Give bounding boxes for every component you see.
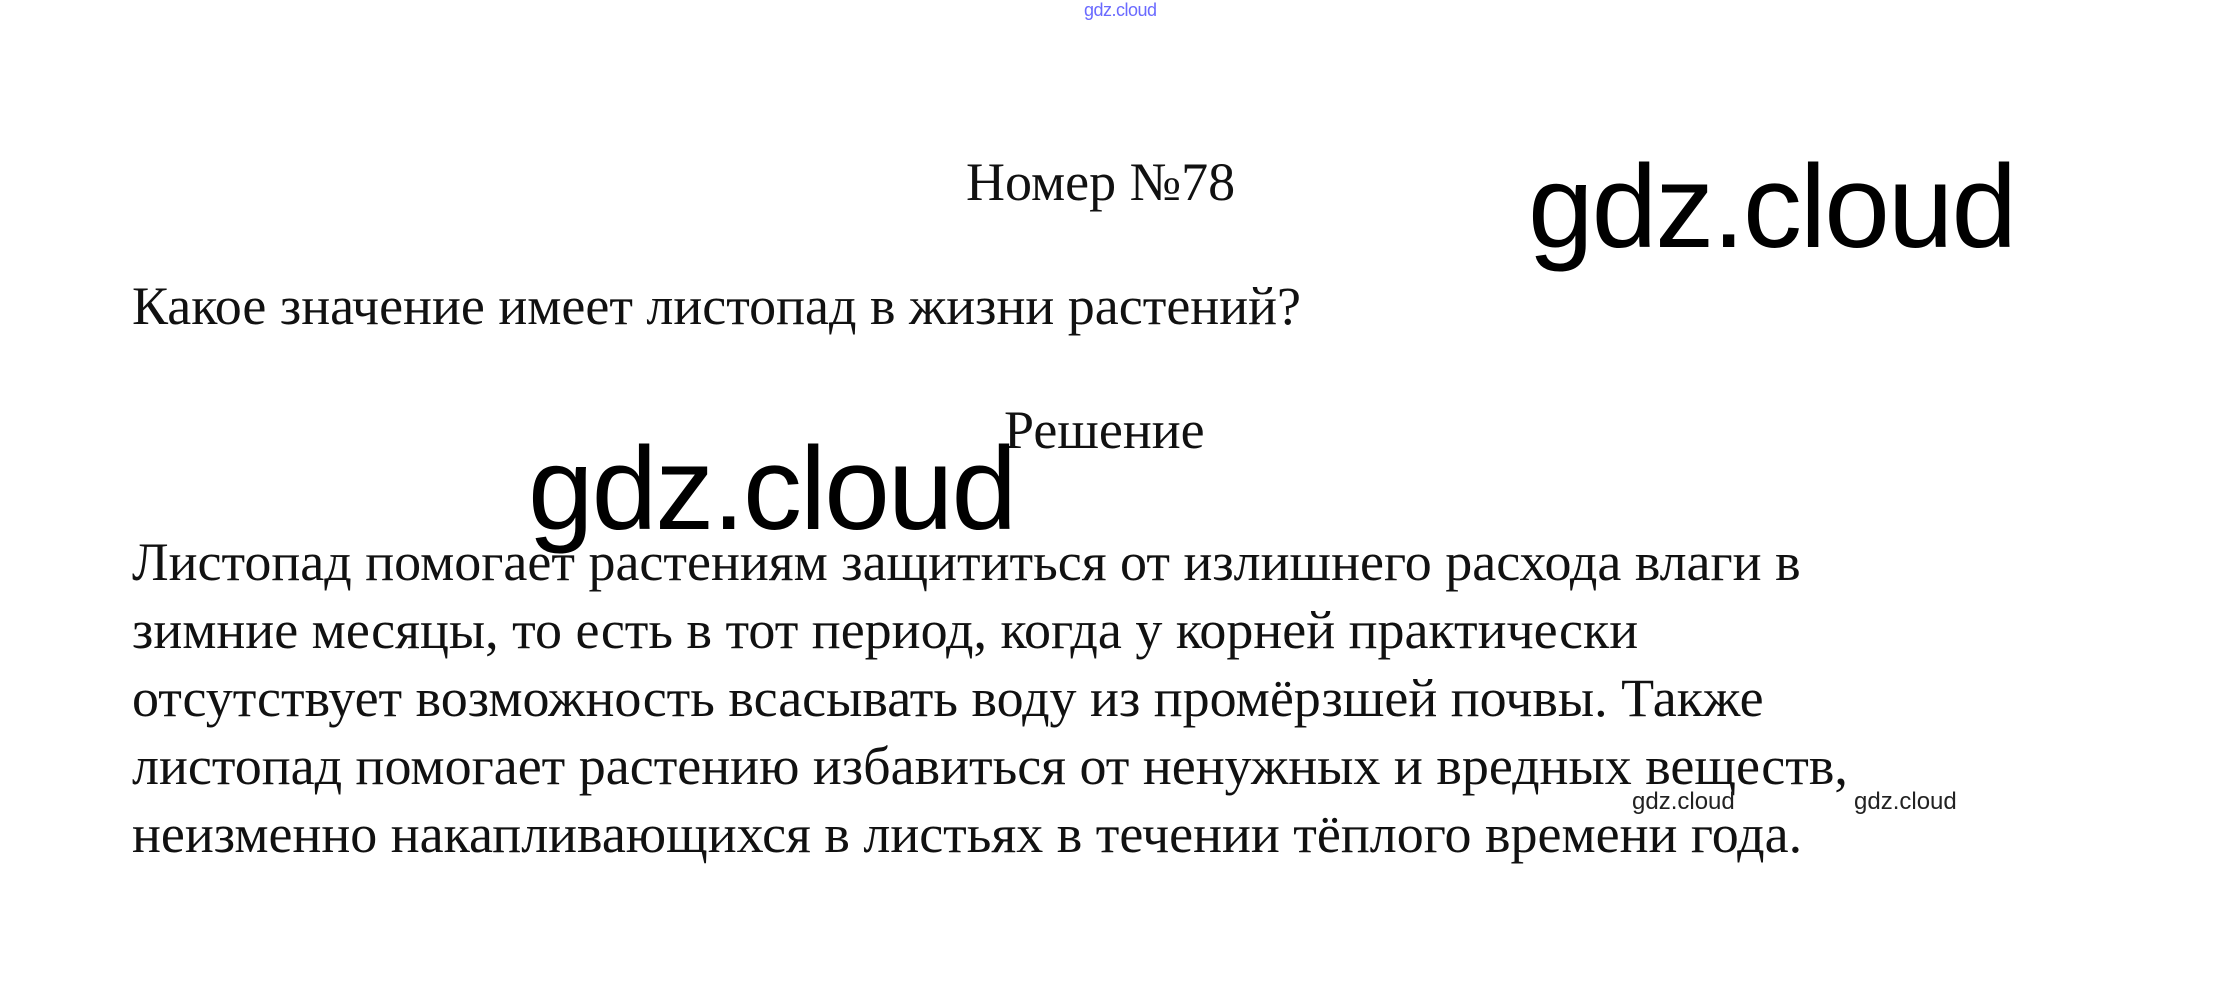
watermark-top: gdz.cloud — [1084, 0, 1157, 20]
answer-paragraph: Листопад помогает растениям защититься о… — [132, 528, 2112, 868]
solution-heading: Решение — [1004, 400, 1205, 460]
watermark-small-left: gdz.cloud — [1632, 788, 1735, 815]
question-text: Какое значение имеет листопад в жизни ра… — [132, 276, 1301, 336]
answer-line: зимние месяцы, то есть в тот период, ког… — [132, 600, 1639, 660]
watermark-small-right: gdz.cloud — [1854, 788, 1957, 815]
answer-line: Листопад помогает растениям защититься о… — [132, 532, 1801, 592]
page-title: Номер №78 — [966, 152, 1236, 212]
answer-line: отсутствует возможность всасывать воду и… — [132, 668, 1764, 728]
watermark-large-right: gdz.cloud — [1528, 141, 2017, 273]
answer-line: листопад помогает растению избавиться от… — [132, 736, 1848, 796]
answer-line: неизменно накапливающихся в листьях в те… — [132, 804, 1803, 864]
document-page: gdz.cloud Номер №78 gdz.cloud Какое знач… — [0, 0, 2222, 992]
